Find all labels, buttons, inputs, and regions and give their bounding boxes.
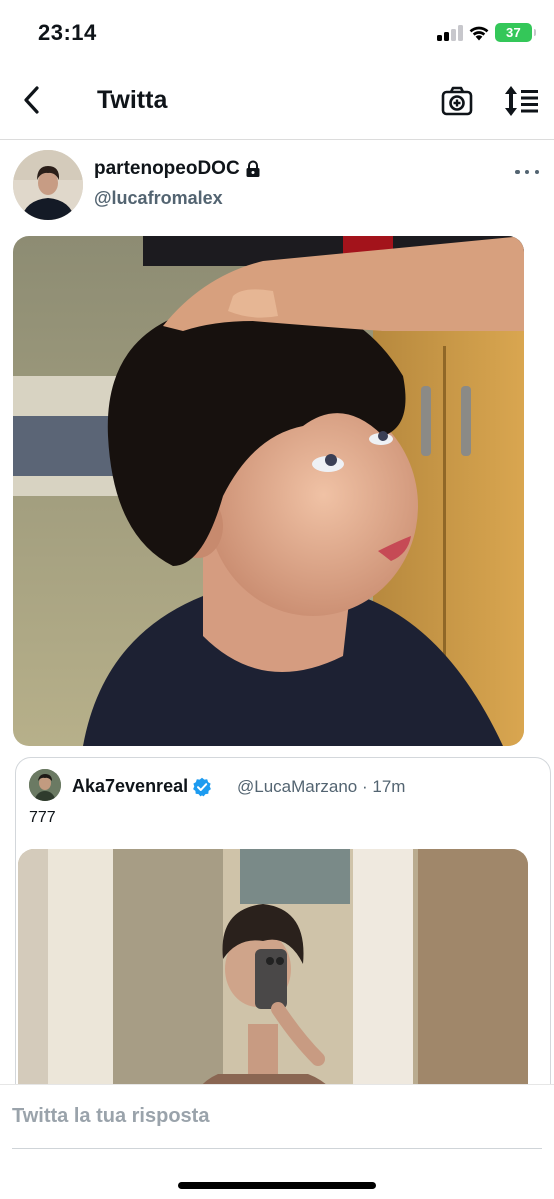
- signal-icon: [437, 25, 463, 41]
- lock-icon: [246, 160, 260, 177]
- reply-bar: [0, 1084, 554, 1199]
- reply-underline: [12, 1148, 542, 1149]
- status-bar: 23:14 37: [0, 0, 554, 66]
- author-name-text: partenopeoDOC: [94, 158, 240, 179]
- author-avatar[interactable]: [13, 150, 83, 220]
- top-navigation-bar: Twitta: [0, 66, 554, 140]
- verified-badge-icon: [193, 777, 211, 796]
- quoted-meta: @LucaMarzano · 17m: [237, 777, 406, 796]
- wifi-icon: [469, 26, 489, 41]
- reply-input[interactable]: [12, 1105, 542, 1128]
- battery-level: 37: [505, 25, 522, 40]
- quoted-tweet[interactable]: Aka7evenreal @LucaMarzano · 17m 777: [15, 757, 551, 1117]
- sort-icon[interactable]: [502, 84, 540, 118]
- tweet-photo[interactable]: [13, 236, 524, 746]
- back-arrow-icon: [24, 86, 39, 114]
- battery-icon: 37: [495, 23, 536, 42]
- quoted-text: 777: [29, 809, 56, 826]
- quoted-photo[interactable]: [18, 849, 528, 1116]
- author-handle[interactable]: @lucafromalex: [94, 188, 223, 209]
- back-button[interactable]: [14, 82, 50, 118]
- quoted-author-name-text: Aka7evenreal: [72, 776, 189, 796]
- camera-plus-icon[interactable]: [440, 84, 474, 118]
- page-title: Twitta: [97, 86, 168, 114]
- quoted-author-name: Aka7evenreal: [72, 776, 212, 797]
- status-time: 23:14: [38, 20, 97, 45]
- more-options-button[interactable]: [512, 162, 542, 182]
- quoted-author-avatar[interactable]: [29, 769, 61, 801]
- author-display-name[interactable]: partenopeoDOC: [94, 158, 262, 180]
- home-indicator[interactable]: [178, 1182, 376, 1189]
- more-dots-icon: [515, 169, 520, 175]
